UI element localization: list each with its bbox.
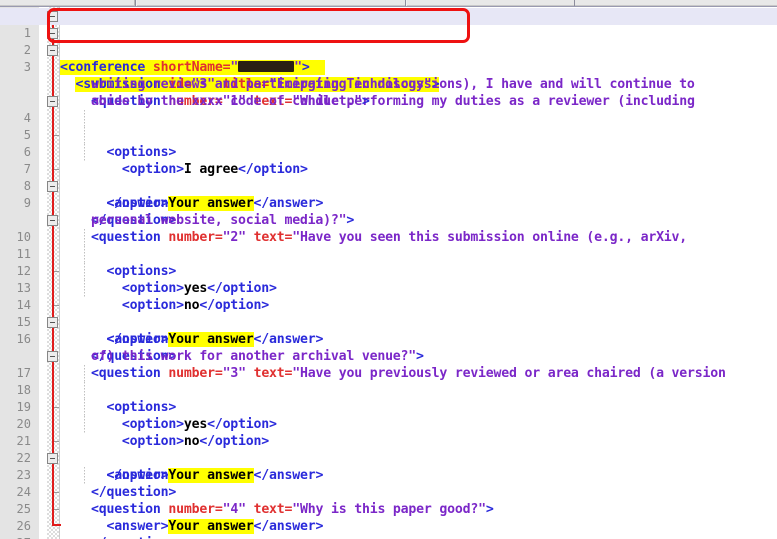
code-row[interactable]: 26 </submission>: [0, 501, 777, 533]
code-row[interactable]: 19 <option>no</option>: [0, 382, 777, 449]
code-row[interactable]: 24 <answer>Your answer</answer>: [0, 467, 777, 534]
fold-tick-icon: [54, 492, 59, 493]
indent-guide: [84, 127, 85, 144]
code-row[interactable]: 22 </question>: [0, 433, 777, 500]
code-row[interactable]: 27 </conference>: [0, 518, 777, 539]
indent-guide: [84, 144, 85, 161]
fold-tick-icon: [54, 509, 59, 510]
code-text: </question>: [60, 535, 176, 539]
fold-tick-icon: [54, 441, 59, 442]
code-row[interactable]: 18 <option>yes</option>: [0, 365, 777, 432]
code-row[interactable]: 2 <submission id="3" title="Emerging Tec…: [0, 25, 777, 92]
toolbar-segment-right[interactable]: [407, 0, 777, 6]
code-row-wrap[interactable]: of) this work for another archival venue…: [0, 331, 777, 364]
code-row[interactable]: 1 <conference shortName=" ">: [0, 8, 777, 75]
indent-guide: [84, 229, 85, 246]
code-row[interactable]: 7 <answer>Your answer</answer>: [0, 144, 777, 211]
code-row[interactable]: 12 <option>no</option>: [0, 246, 777, 313]
fold-tick-icon: [54, 135, 59, 136]
fold-toggle-icon[interactable]: [47, 96, 58, 107]
code-row[interactable]: 16 <question number="3" text="Have you p…: [0, 314, 777, 381]
toolbar-separator-2: [405, 0, 406, 6]
indent-guide: [84, 467, 85, 484]
indent-guide: [84, 382, 85, 399]
fold-tick-icon: [54, 271, 59, 272]
toolbar-fragment: [0, 0, 777, 7]
fold-toggle-icon[interactable]: [47, 45, 58, 56]
code-row[interactable]: 6 </options>: [0, 127, 777, 211]
code-row[interactable]: 10 <options>: [0, 212, 777, 279]
indent-guide: [84, 280, 85, 297]
code-row-wrap[interactable]: abide by the xxxx code of conduct.">: [0, 76, 777, 109]
indent-guide: [84, 263, 85, 280]
indent-guide: [84, 110, 85, 127]
code-row[interactable]: 4 <options>: [0, 93, 777, 160]
code-row[interactable]: 15 </question>: [0, 297, 777, 364]
code-row[interactable]: 21 <answer>Your answer</answer>: [0, 416, 777, 483]
indent-guide: [84, 416, 85, 433]
xml-code-editor[interactable]: 1 <conference shortName=" "> 2 <submissio…: [0, 7, 777, 539]
fold-tick-icon: [54, 305, 59, 306]
toolbar-segment-left[interactable]: [0, 0, 135, 6]
fold-toggle-icon[interactable]: [47, 453, 58, 464]
toolbar-segment-mid[interactable]: [137, 0, 406, 6]
fold-tick-icon: [54, 169, 59, 170]
line-number: 27: [0, 535, 31, 539]
code-row[interactable]: 13 </options>: [0, 263, 777, 347]
code-row-wrap[interactable]: personal website, social media)?">: [0, 195, 777, 228]
code-row[interactable]: 5 <option>I agree</option>: [0, 110, 777, 177]
fold-toggle-icon[interactable]: [47, 215, 58, 226]
code-row[interactable]: 25 </question>: [0, 484, 777, 539]
code-row[interactable]: 9 <question number="2" text="Have you se…: [0, 178, 777, 245]
indent-guide: [84, 246, 85, 263]
code-row-wrap[interactable]: writing reviews and participating in dis…: [0, 59, 777, 92]
fold-toggle-icon[interactable]: [47, 181, 58, 192]
code-row[interactable]: 11 <option>yes</option>: [0, 229, 777, 296]
toolbar-separator-1: [135, 0, 136, 6]
code-row[interactable]: 23 <question number="4" text="Why is thi…: [0, 450, 777, 517]
code-row[interactable]: 3 <question number="1" text="While perfo…: [0, 42, 777, 109]
fold-toggle-icon[interactable]: [47, 28, 58, 39]
indent-guide: [84, 365, 85, 382]
code-row[interactable]: 17 <options>: [0, 348, 777, 415]
code-row[interactable]: 14 <answer>Your answer</answer>: [0, 280, 777, 347]
indent-guide: [84, 399, 85, 416]
fold-toggle-icon[interactable]: [47, 317, 58, 328]
code-row[interactable]: 20 </options>: [0, 399, 777, 483]
fold-toggle-icon[interactable]: [47, 11, 58, 22]
fold-toggle-icon[interactable]: [47, 351, 58, 362]
fold-tick-icon: [54, 407, 59, 408]
toolbar-separator-3: [574, 0, 575, 6]
code-row[interactable]: 8 </question>: [0, 161, 777, 228]
